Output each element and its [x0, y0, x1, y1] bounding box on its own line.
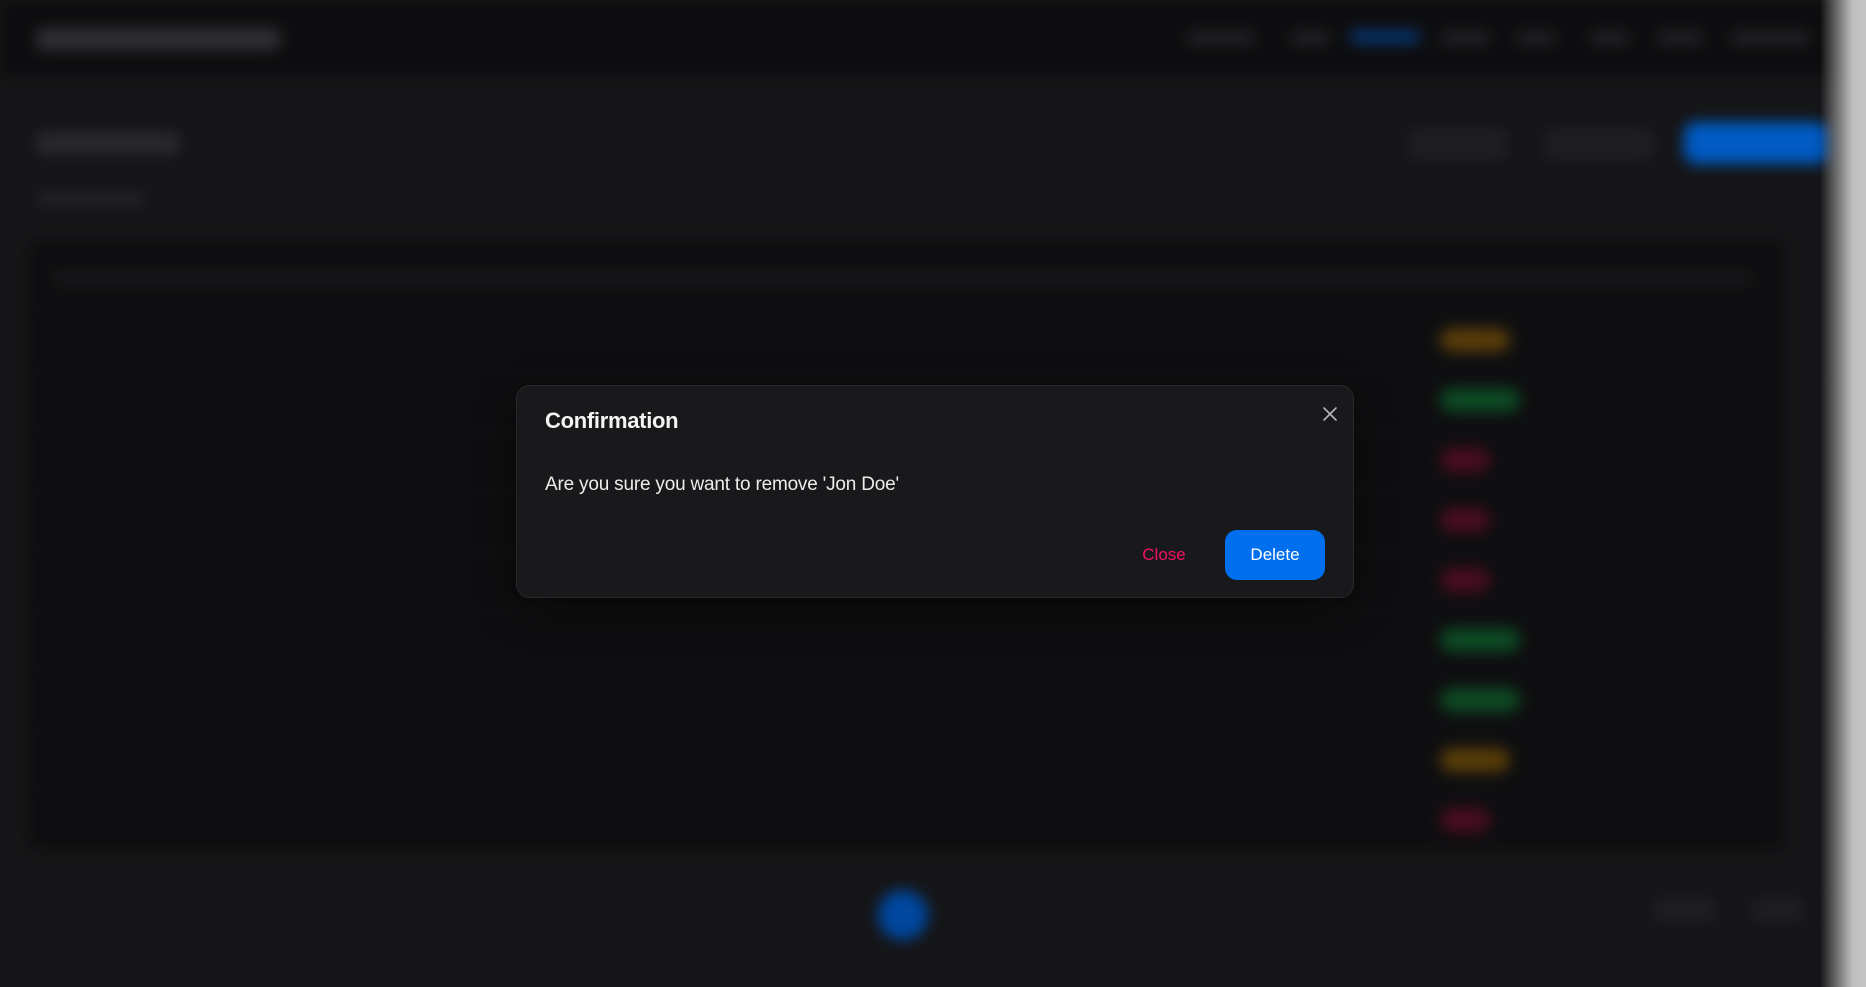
close-icon[interactable] — [1320, 404, 1340, 424]
close-button[interactable]: Close — [1116, 530, 1212, 580]
dialog-title: Confirmation — [545, 408, 679, 433]
dialog-message: Are you sure you want to remove 'Jon Doe… — [545, 474, 899, 495]
delete-button[interactable]: Delete — [1225, 530, 1325, 580]
